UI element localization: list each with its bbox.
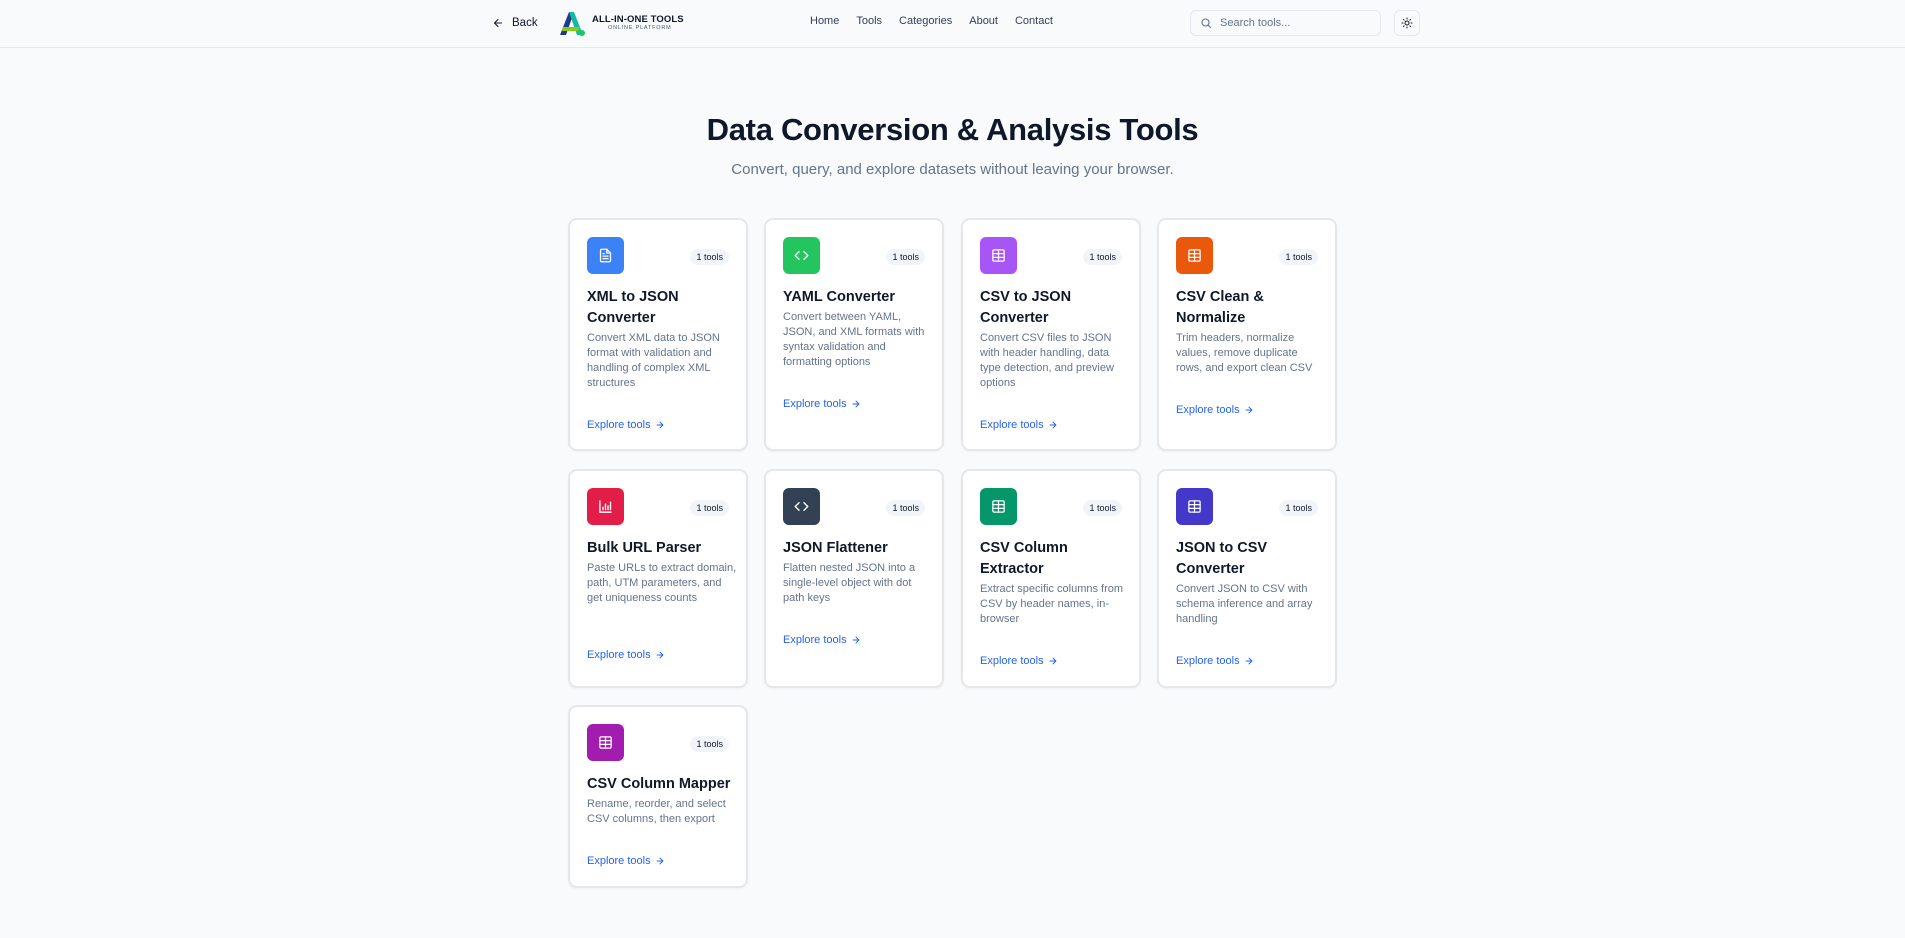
file-text-icon xyxy=(599,248,612,263)
card-icon-tile xyxy=(980,488,1017,525)
card-title: JSON to CSV Converter xyxy=(1176,540,1268,577)
table-icon xyxy=(992,500,1005,513)
tool-card-xml-to-json[interactable]: 1 tools XML to JSON Converter Convert XM… xyxy=(568,218,748,451)
tool-count-badge: 1 tools xyxy=(690,249,729,265)
card-description: Extract specific columns from CSV by hea… xyxy=(980,583,1124,625)
card-description: Convert XML data to JSON format with val… xyxy=(587,332,720,389)
card-description: Convert between YAML, JSON, and XML form… xyxy=(783,311,925,368)
tool-count-badge: 1 tools xyxy=(1279,500,1318,516)
card-icon-tile xyxy=(783,237,820,274)
explore-tools-link[interactable]: Explore tools xyxy=(1176,655,1254,667)
tool-card-csv-column-extractor[interactable]: 1 tools CSV Column Extractor Extract spe… xyxy=(961,469,1141,688)
arrow-right-icon xyxy=(852,400,860,408)
table-icon xyxy=(599,736,612,749)
card-icon-tile xyxy=(587,237,624,274)
explore-tools-link[interactable]: Explore tools xyxy=(783,634,861,646)
explore-label: Explore tools xyxy=(1176,655,1240,667)
tool-card-yaml-converter[interactable]: 1 tools YAML Converter Convert between Y… xyxy=(764,218,944,451)
card-title: XML to JSON Converter xyxy=(587,289,679,326)
card-title: CSV Clean & Normalize xyxy=(1176,289,1264,326)
card-icon-tile xyxy=(783,488,820,525)
explore-tools-link[interactable]: Explore tools xyxy=(980,655,1058,667)
tool-card-csv-clean-normalize[interactable]: 1 tools CSV Clean & Normalize Trim heade… xyxy=(1157,218,1337,451)
card-description: Convert CSV files to JSON with header ha… xyxy=(980,332,1114,389)
arrow-right-icon xyxy=(656,421,664,429)
tool-grid: 1 tools XML to JSON Converter Convert XM… xyxy=(0,0,1905,938)
bar-chart-icon xyxy=(599,500,612,513)
table-icon xyxy=(1188,500,1201,513)
card-title: YAML Converter xyxy=(783,289,896,305)
explore-tools-link[interactable]: Explore tools xyxy=(587,855,665,867)
tool-count-badge: 1 tools xyxy=(886,249,925,265)
tool-count-badge: 1 tools xyxy=(886,500,925,516)
explore-label: Explore tools xyxy=(980,655,1044,667)
tool-count-badge: 1 tools xyxy=(1083,500,1122,516)
card-title: JSON Flattener xyxy=(783,540,888,556)
card-description: Convert JSON to CSV with schema inferenc… xyxy=(1176,583,1313,625)
arrow-right-icon xyxy=(1049,421,1057,429)
tool-count-badge: 1 tools xyxy=(690,736,729,752)
card-description: Paste URLs to extract domain, path, UTM … xyxy=(587,562,737,604)
tool-card-csv-column-mapper[interactable]: 1 tools CSV Column Mapper Rename, reorde… xyxy=(568,705,748,888)
tool-count-badge: 1 tools xyxy=(690,500,729,516)
code-icon xyxy=(794,251,809,260)
explore-tools-link[interactable]: Explore tools xyxy=(980,419,1058,431)
explore-label: Explore tools xyxy=(587,419,651,431)
card-title: CSV Column Extractor xyxy=(980,540,1068,577)
explore-label: Explore tools xyxy=(783,398,847,410)
explore-label: Explore tools xyxy=(1176,404,1240,416)
arrow-right-icon xyxy=(1049,657,1057,665)
explore-tools-link[interactable]: Explore tools xyxy=(587,419,665,431)
tool-card-bulk-url-parser[interactable]: 1 tools Bulk URL Parser Paste URLs to ex… xyxy=(568,469,748,688)
table-icon xyxy=(992,249,1005,262)
card-description: Trim headers, normalize values, remove d… xyxy=(1176,332,1313,374)
arrow-right-icon xyxy=(1245,657,1253,665)
card-description: Flatten nested JSON into a single-level … xyxy=(783,562,916,604)
arrow-right-icon xyxy=(852,636,860,644)
card-title: Bulk URL Parser xyxy=(587,540,702,556)
card-title: CSV to JSON Converter xyxy=(980,289,1072,326)
card-icon-tile xyxy=(1176,488,1213,525)
tool-card-json-flattener[interactable]: 1 tools JSON Flattener Flatten nested JS… xyxy=(764,469,944,688)
tool-card-csv-to-json[interactable]: 1 tools CSV to JSON Converter Convert CS… xyxy=(961,218,1141,451)
card-icon-tile xyxy=(980,237,1017,274)
tool-count-badge: 1 tools xyxy=(1083,249,1122,265)
card-icon-tile xyxy=(587,488,624,525)
tool-card-json-to-csv[interactable]: 1 tools JSON to CSV Converter Convert JS… xyxy=(1157,469,1337,688)
card-title: CSV Column Mapper xyxy=(587,776,731,792)
tool-count-badge: 1 tools xyxy=(1279,249,1318,265)
card-icon-tile xyxy=(587,724,624,761)
explore-label: Explore tools xyxy=(587,649,651,661)
arrow-right-icon xyxy=(1245,406,1253,414)
table-icon xyxy=(1188,249,1201,262)
explore-tools-link[interactable]: Explore tools xyxy=(1176,404,1254,416)
explore-tools-link[interactable]: Explore tools xyxy=(587,649,665,661)
explore-tools-link[interactable]: Explore tools xyxy=(783,398,861,410)
code-icon xyxy=(794,502,809,511)
explore-label: Explore tools xyxy=(587,855,651,867)
explore-label: Explore tools xyxy=(980,419,1044,431)
explore-label: Explore tools xyxy=(783,634,847,646)
arrow-right-icon xyxy=(656,857,664,865)
card-icon-tile xyxy=(1176,237,1213,274)
arrow-right-icon xyxy=(656,651,664,659)
card-description: Rename, reorder, and select CSV columns,… xyxy=(587,798,726,825)
